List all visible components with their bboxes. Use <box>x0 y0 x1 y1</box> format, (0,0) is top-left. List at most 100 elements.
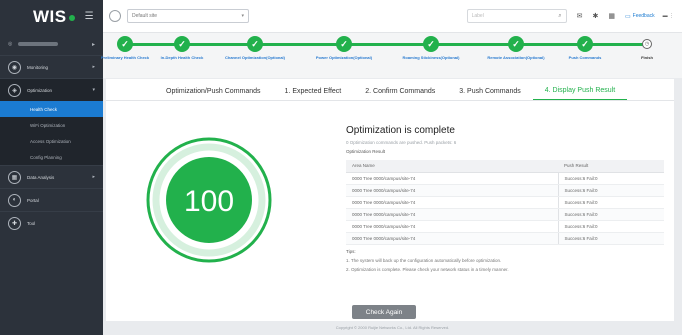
sidebar-submenu: Health Check WiFi Optimization Access Op… <box>0 101 103 165</box>
tip-item: 1. The system will back up the configura… <box>346 257 502 263</box>
feedback-link[interactable]: ▭ Feedback <box>625 13 655 20</box>
feedback-icon: ▭ <box>624 13 631 20</box>
result-panel: Optimization/Push Commands 1. Expected E… <box>106 79 674 321</box>
chevron-down-icon: ▾ <box>92 87 95 93</box>
area-name-cell: 0000 Tree 0000/campus/site-74 <box>346 232 558 245</box>
sidebar: WIS ☰ ◎ ▸ ◉ Monitoring ▸ ◈ Optimization … <box>0 0 103 335</box>
sidebar-item-monitoring[interactable]: ◉ Monitoring ▸ <box>0 55 103 78</box>
step-label: Finish <box>641 55 653 60</box>
result-title: Optimization is complete <box>346 125 455 136</box>
push-result-cell: Success:6 Fail:0 <box>557 196 664 209</box>
area-name-cell: 0000 Tree 0000/campus/site-74 <box>346 184 558 197</box>
step-label: In-Depth Health Check <box>160 55 204 60</box>
result-table: Area Name Push Result 0000 Tree 0000/cam… <box>346 160 664 245</box>
search-icon: ⌕ <box>558 12 562 19</box>
step-roaming-stickiness: ✓ Roaming Stickiness(Optional) <box>401 36 461 60</box>
push-result-cell: Success:6 Fail:0 <box>557 184 664 197</box>
step-in-depth-health-check: ✓ In-Depth Health Check <box>152 36 212 60</box>
check-icon: ✓ <box>336 36 352 52</box>
tips-title: Tips: <box>346 248 356 254</box>
tab-optimization-push-commands[interactable]: Optimization/Push Commands <box>154 88 273 100</box>
table-row: 0000 Tree 0000/campus/site-74 Success:6 … <box>346 196 664 209</box>
menu-toggle-icon[interactable]: ☰ <box>85 11 94 22</box>
sidebar-item-tool[interactable]: ✚ Tool <box>0 211 103 234</box>
sidebar-item-data-analysis[interactable]: ▦ Data Analysis ▸ <box>0 165 103 188</box>
tab-confirm-commands[interactable]: 2. Confirm Commands <box>353 88 447 100</box>
chevron-right-icon: ▸ <box>92 64 95 70</box>
push-result-cell: Success:6 Fail:0 <box>557 172 664 185</box>
chevron-right-icon: ▸ <box>92 174 95 180</box>
check-icon: ✓ <box>117 36 133 52</box>
location-icon: ◎ <box>8 41 13 47</box>
sidebar-item-portal[interactable]: ◐ Portal <box>0 188 103 211</box>
sidebar-item-optimization[interactable]: ◈ Optimization ▾ <box>0 78 103 101</box>
step-label: Push Commands <box>568 55 602 60</box>
sidebar-nav: ◉ Monitoring ▸ ◈ Optimization ▾ <box>0 55 103 101</box>
sidebar-item-label: Portal <box>27 197 39 203</box>
chevron-down-icon: ▾ <box>241 13 244 19</box>
feedback-label: Feedback <box>632 13 655 19</box>
table-row: 0000 Tree 0000/campus/site-74 Success:6 … <box>346 172 664 185</box>
result-section: Optimization is complete 0 Optimization … <box>346 125 664 272</box>
sidebar-item-label: Optimization <box>27 87 53 93</box>
table-row: 0000 Tree 0000/campus/site-74 Success:6 … <box>346 220 664 233</box>
search-input[interactable]: Label ⌕ <box>466 9 567 23</box>
notification-icon[interactable]: ✉ <box>577 12 583 20</box>
step-remote-association: ✓ Remote Association(Optional) <box>486 36 546 60</box>
user-menu[interactable]: ▬ ⋮ <box>663 13 674 19</box>
column-area-name: Area Name <box>346 160 558 173</box>
tip-item: 2. Optimization is complete. Please chec… <box>346 266 509 272</box>
check-icon: ✓ <box>174 36 190 52</box>
tab-bar: Optimization/Push Commands 1. Expected E… <box>106 79 674 101</box>
step-label: Roaming Stickiness(Optional) <box>402 55 460 60</box>
sidebar-item-label: Monitoring <box>27 64 49 70</box>
result-subtitle: 0 Optimization commands are pushed. Push… <box>346 140 457 145</box>
check-icon: ✓ <box>508 36 524 52</box>
sidebar-nav-lower: ▦ Data Analysis ▸ ◐ Portal ✚ Tool <box>0 165 103 234</box>
sidebar-item-label: Tool <box>27 220 36 226</box>
sidebar-subitem-access-optimization[interactable]: Access Optimization <box>0 133 103 149</box>
step-push-commands: ✓ Push Commands <box>555 36 615 60</box>
monitor-icon: ◉ <box>8 60 21 74</box>
progress-stepper: ✓ Preliminary Health Check ✓ In-Depth He… <box>101 33 682 78</box>
table-row: 0000 Tree 0000/campus/site-74 Success:6 … <box>346 232 664 245</box>
column-push-result: Push Result <box>558 160 664 173</box>
check-again-button[interactable]: Check Again <box>352 305 416 319</box>
area-name-cell: 0000 Tree 0000/campus/site-74 <box>346 220 558 233</box>
logo-row: WIS ☰ <box>0 0 103 33</box>
step-label: Power Optimization(Optional) <box>315 55 373 60</box>
site-selector[interactable]: ◎ ▸ <box>0 33 103 55</box>
step-label: Channel Optimization(Optional) <box>225 55 285 60</box>
clock-icon: ◷ <box>642 39 652 49</box>
home-icon[interactable] <box>109 10 121 22</box>
gauge-score: 100 <box>184 185 234 218</box>
table-row: 0000 Tree 0000/campus/site-74 Success:6 … <box>346 208 664 221</box>
sidebar-subitem-wifi-optimization[interactable]: WiFi Optimization <box>0 117 103 133</box>
sidebar-subitem-config-planning[interactable]: Config Planning <box>0 149 103 165</box>
portal-icon: ◐ <box>8 193 21 207</box>
push-result-cell: Success:6 Fail:0 <box>557 208 664 221</box>
tab-push-commands[interactable]: 3. Push Commands <box>447 88 532 100</box>
tab-expected-effect[interactable]: 1. Expected Effect <box>273 88 354 100</box>
push-result-cell: Success:6 Fail:0 <box>557 232 664 245</box>
site-selector-label <box>18 42 59 46</box>
table-header-row: Area Name Push Result <box>346 160 664 173</box>
search-placeholder: Label <box>471 13 484 19</box>
area-name-cell: 0000 Tree 0000/campus/site-74 <box>346 172 558 185</box>
table-row: 0000 Tree 0000/campus/site-74 Success:6 … <box>346 184 664 197</box>
check-icon: ✓ <box>247 36 263 52</box>
score-gauge: 100 <box>146 137 272 263</box>
sidebar-subitem-health-check[interactable]: Health Check <box>0 101 103 117</box>
step-label: Remote Association(Optional) <box>487 55 545 60</box>
app-logo: WIS <box>33 6 67 26</box>
area-name-cell: 0000 Tree 0000/campus/site-74 <box>346 208 558 221</box>
settings-icon[interactable]: ✱ <box>592 12 598 20</box>
tool-icon: ✚ <box>8 216 21 230</box>
step-label: Preliminary Health Check <box>100 55 150 60</box>
tab-display-push-result[interactable]: 4. Display Push Result <box>532 87 628 100</box>
push-result-cell: Success:6 Fail:0 <box>557 220 664 233</box>
grid-icon[interactable]: ▦ <box>608 12 615 20</box>
optimization-icon: ◈ <box>8 83 21 97</box>
sidebar-item-label: Data Analysis <box>27 174 55 180</box>
site-select[interactable]: Default site ▾ <box>127 9 249 23</box>
